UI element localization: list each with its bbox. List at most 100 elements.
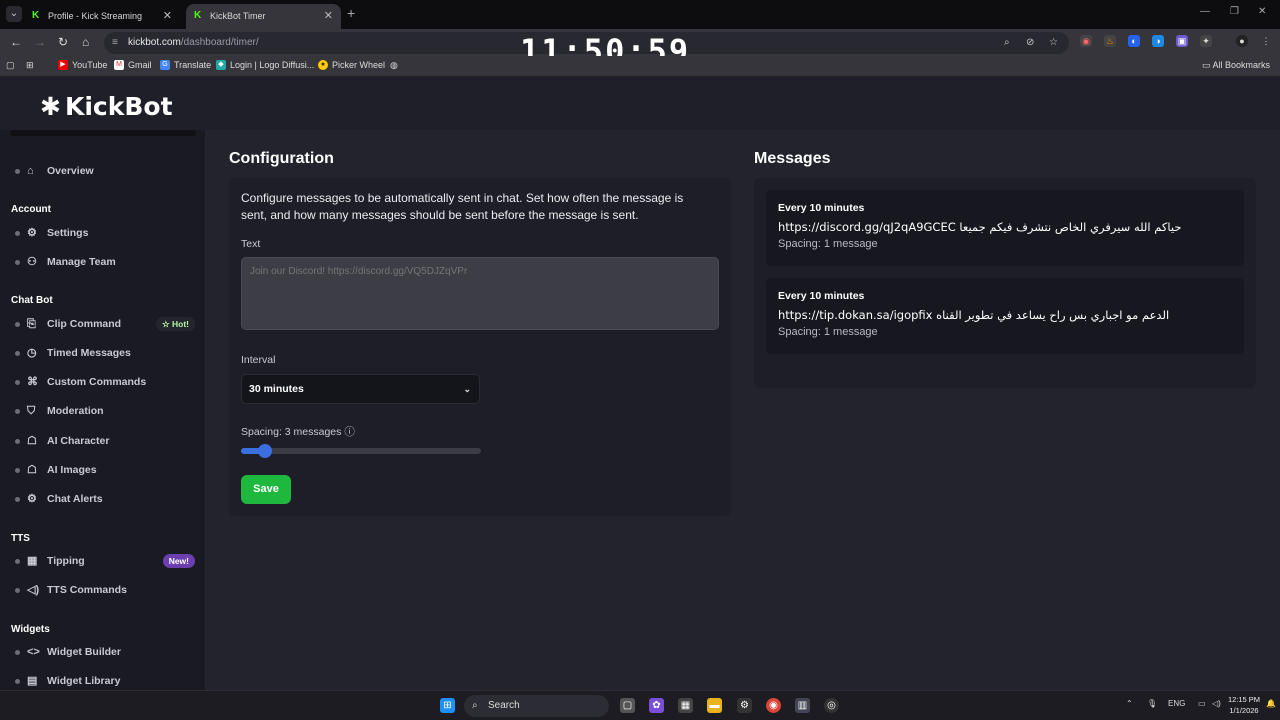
kickbot-app: ✱ KickBot ⌂ Overview Account ⚙ Settings ⚇ Ma… <box>0 78 1280 690</box>
tray-chevron-icon[interactable]: ⌃ <box>1126 699 1133 708</box>
hide-icon[interactable]: ⊘ <box>1026 32 1034 54</box>
taskbar-clock[interactable]: 12:15 PM 1/1/2026 <box>1226 694 1262 716</box>
save-button[interactable]: Save <box>241 475 291 504</box>
bookmark-picker-wheel[interactable]: ● Picker Wheel <box>318 60 385 70</box>
message-item[interactable]: Every 10 minutes https://discord.gg/qJ2q… <box>766 190 1244 266</box>
task-view-icon[interactable]: ▢ <box>620 698 635 713</box>
section-title-widgets: Widgets <box>11 624 50 635</box>
bullet-dot <box>15 497 20 502</box>
bookmark-label: Login | Logo Diffusi... <box>230 60 315 70</box>
settings-icon[interactable]: ⚙ <box>737 698 752 713</box>
extension-icon[interactable]: ◑ <box>1152 35 1164 47</box>
obs-icon[interactable]: ◎ <box>824 698 839 713</box>
microphone-icon[interactable]: 🎙 <box>1147 699 1157 708</box>
bookmark-gmail[interactable]: M Gmail <box>114 60 152 70</box>
bookmark-youtube[interactable]: ▶ YouTube <box>58 60 107 70</box>
message-text: https://discord.gg/qJ2qA9GCEC حياكم الله… <box>778 220 1182 234</box>
bullet-dot <box>15 169 20 174</box>
store-icon[interactable]: ▦ <box>678 698 693 713</box>
clock-date: 1/1/2026 <box>1229 706 1259 715</box>
new-badge: New! <box>162 554 195 568</box>
picker-wheel-icon: ● <box>318 60 328 70</box>
extension-icon[interactable]: ◉ <box>1080 35 1092 47</box>
volume-icon[interactable]: ◁) <box>1212 699 1221 708</box>
extension-icon[interactable]: ▣ <box>1176 35 1188 47</box>
extension-icon[interactable]: ◐ <box>1128 35 1140 47</box>
close-tab-icon[interactable]: ✕ <box>163 4 172 29</box>
tab-profile-kick[interactable]: K Profile - Kick Streaming ✕ <box>24 4 180 29</box>
bullet-dot <box>15 588 20 593</box>
bullet-dot <box>15 231 20 236</box>
sidebar-item-ai-images[interactable]: ☖ AI Images <box>15 460 195 480</box>
info-icon[interactable]: ⓘ <box>344 426 355 438</box>
sidebar-item-manage-team[interactable]: ⚇ Manage Team <box>15 252 195 272</box>
taskbar-search[interactable]: ⌕ Search <box>464 695 609 717</box>
all-bookmarks[interactable]: ▭ All Bookmarks <box>1202 60 1270 71</box>
apps-grid-icon[interactable]: ⊞ <box>26 60 34 71</box>
bookmark-logo-diffusion[interactable]: ◆ Login | Logo Diffusi... <box>216 60 314 70</box>
message-item[interactable]: Every 10 minutes https://tip.dokan.sa/ig… <box>766 278 1244 354</box>
tab-title: KickBot Timer <box>210 11 266 21</box>
kickbot-logo[interactable]: ✱ KickBot <box>40 92 173 121</box>
tab-title: Profile - Kick Streaming <box>48 11 143 21</box>
sidebar-item-settings[interactable]: ⚙ Settings <box>15 223 195 243</box>
sidebar-item-label: Moderation <box>47 405 104 417</box>
sidebar-item-clip-command[interactable]: ⎘ Clip Command ☆ Hot! <box>15 314 195 334</box>
sidebar-item-tipping[interactable]: ▦ Tipping New! <box>15 551 195 571</box>
copilot-icon[interactable]: ✿ <box>649 698 664 713</box>
slider-thumb[interactable] <box>258 444 272 458</box>
close-tab-icon[interactable]: ✕ <box>324 4 333 29</box>
text-label: Text <box>241 238 261 250</box>
close-window-icon[interactable]: ✕ <box>1258 6 1266 17</box>
profile-avatar[interactable]: ● <box>1236 35 1248 47</box>
home-icon: ⌂ <box>27 165 34 177</box>
message-text-input[interactable] <box>241 257 719 330</box>
sidebar-item-label: AI Images <box>47 464 97 476</box>
users-icon: ⚇ <box>27 256 37 268</box>
bookmark-translate[interactable]: G Translate <box>160 60 211 70</box>
interval-select[interactable]: 30 minutes ⌄ <box>241 374 480 404</box>
sidebar-item-tts-commands[interactable]: ◁) TTS Commands <box>15 580 195 600</box>
configuration-card: Configure messages to be automatically s… <box>229 178 731 516</box>
notification-icon[interactable]: 🔔 <box>1266 699 1276 708</box>
bookmark-app-icon[interactable]: ▢ <box>6 60 15 71</box>
app-icon[interactable]: ▥ <box>795 698 810 713</box>
sidebar-item-custom-commands[interactable]: ⌘ Custom Commands <box>15 372 195 392</box>
extension-icon[interactable]: ♨ <box>1104 35 1116 47</box>
sidebar-divider <box>10 130 196 136</box>
interval-selected-value: 30 minutes <box>249 383 304 395</box>
sidebar-item-overview[interactable]: ⌂ Overview <box>15 161 195 181</box>
reload-icon[interactable]: ↻ <box>58 35 68 49</box>
forward-icon[interactable]: → <box>34 35 46 49</box>
chrome-icon[interactable]: ◉ <box>766 698 781 713</box>
network-icon[interactable]: ▭ <box>1198 699 1206 708</box>
sidebar-item-moderation[interactable]: ⛉ Moderation <box>15 401 195 421</box>
back-icon[interactable]: ← <box>10 35 22 49</box>
windows-start-icon[interactable]: ⊞ <box>440 698 455 713</box>
minimize-icon[interactable]: — <box>1200 6 1210 17</box>
more-menu-icon[interactable]: ⋮ <box>1260 35 1272 47</box>
speaker-icon: ◁) <box>27 584 40 596</box>
tab-search-icon[interactable]: ⌄ <box>6 6 22 22</box>
sidebar-item-widget-builder[interactable]: <> Widget Builder <box>15 642 195 662</box>
language-indicator[interactable]: ENG <box>1168 699 1185 708</box>
sidebar-item-widget-library[interactable]: ▤ Widget Library <box>15 671 195 691</box>
home-icon[interactable]: ⌂ <box>82 35 89 49</box>
globe-icon[interactable]: ◍ <box>390 60 398 71</box>
spacing-label-text: Spacing: 3 messages <box>241 426 342 438</box>
file-explorer-icon[interactable]: ▬ <box>707 698 722 713</box>
tab-kickbot-timer[interactable]: K KickBot Timer ✕ <box>186 4 341 29</box>
bookmark-star-icon[interactable]: ☆ <box>1049 32 1058 54</box>
site-info-icon[interactable]: ≡ <box>112 32 118 54</box>
sidebar-item-ai-character[interactable]: ☖ AI Character <box>15 431 195 451</box>
spacing-slider[interactable] <box>241 444 481 458</box>
zoom-icon[interactable]: ⌕ <box>1004 32 1010 54</box>
bookmark-label: YouTube <box>72 60 108 70</box>
sidebar-item-label: Overview <box>47 165 94 177</box>
restore-icon[interactable]: ❐ <box>1230 6 1239 17</box>
sidebar-item-chat-alerts[interactable]: ⚙ Chat Alerts <box>15 489 195 509</box>
sidebar-item-timed-messages[interactable]: ◷ Timed Messages <box>15 343 195 363</box>
bullet-dot <box>15 380 20 385</box>
new-tab-button[interactable]: + <box>347 5 355 21</box>
extensions-puzzle-icon[interactable]: ✦ <box>1200 35 1212 47</box>
